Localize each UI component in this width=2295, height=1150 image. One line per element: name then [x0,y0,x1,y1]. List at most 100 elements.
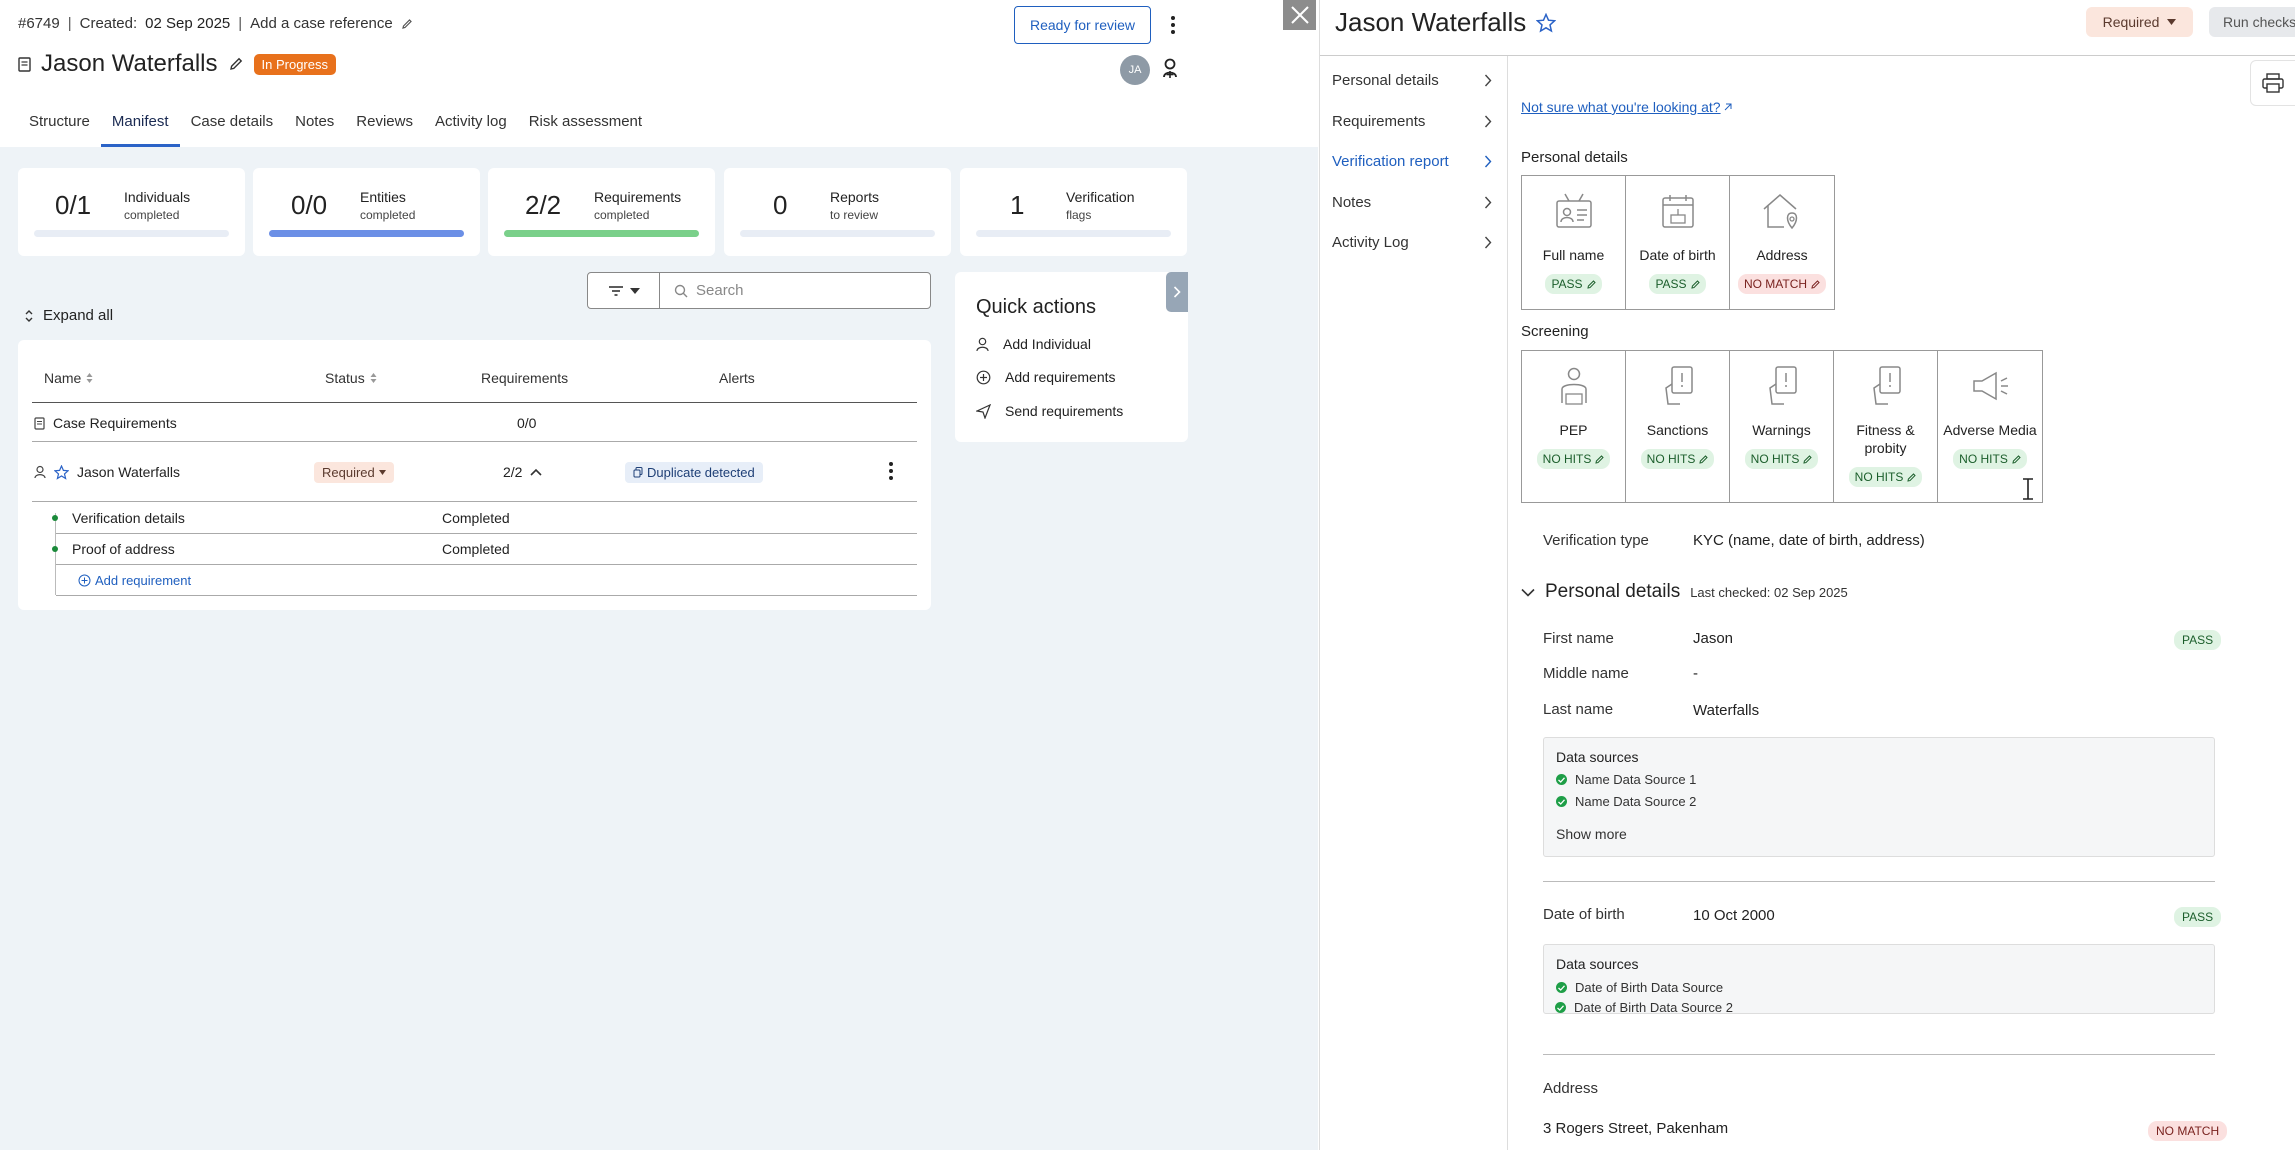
nav-activity-log[interactable]: Activity Log [1332,234,1492,251]
nav-personal-details[interactable]: Personal details [1332,72,1492,89]
no-hits-badge[interactable]: NO HITS [1953,449,2027,469]
case-tabs: Structure Manifest Case details Notes Re… [18,103,653,147]
stat-card-verification[interactable]: 1 Verification flags [960,168,1187,256]
individual-row[interactable]: Jason Waterfalls [34,460,180,484]
check-address[interactable]: Address NO MATCH [1730,176,1834,309]
edit-title-pencil-icon[interactable] [228,56,244,72]
show-more-link[interactable]: Show more [1556,826,1627,842]
sub-requirement-name: Verification details [72,510,185,526]
case-title-row: Jason Waterfalls In Progress [18,50,336,78]
expand-all-button[interactable]: Expand all [24,307,113,324]
personal-details-header[interactable]: Personal details Last checked: 02 Sep 20… [1521,581,1848,603]
nav-requirements[interactable]: Requirements [1332,113,1492,130]
tab-risk-assessment[interactable]: Risk assessment [518,103,653,147]
action-label: Send requirements [1005,403,1124,419]
pencil-icon[interactable] [401,18,413,30]
stat-label-sub: completed [360,208,416,222]
add-circle-icon [976,370,991,385]
chevron-right-icon [1173,286,1181,298]
person-icon [976,337,989,352]
tab-manifest[interactable]: Manifest [100,103,180,147]
result-label: NO HITS [1750,452,1800,466]
check-full-name[interactable]: Full name PASS [1522,176,1626,309]
help-link[interactable]: Not sure what you're looking at? [1521,99,1732,115]
add-requirements-action[interactable]: Add requirements [976,369,1116,385]
divider [1543,1054,2215,1055]
help-link-text: Not sure what you're looking at? [1521,99,1721,115]
add-individual-action[interactable]: Add Individual [976,336,1091,352]
run-checks-button[interactable]: Run checks [2209,7,2295,37]
duplicate-badge[interactable]: Duplicate detected [625,461,763,483]
address-value: 3 Rogers Street, Pakenham [1543,1120,1729,1137]
check-name: Date of birth [1639,247,1716,263]
tab-reviews[interactable]: Reviews [345,103,424,147]
assign-user-icon[interactable] [1160,57,1180,79]
print-button[interactable] [2250,60,2295,106]
search-input[interactable] [696,282,896,299]
column-header-status[interactable]: Status [325,370,377,386]
pass-badge[interactable]: PASS [1649,274,1706,294]
stat-card-individuals[interactable]: 0/1 Individuals completed [18,168,245,256]
close-panel-button[interactable] [1283,0,1316,30]
filter-button[interactable] [587,272,660,309]
required-status-dropdown[interactable]: Required [2086,7,2193,37]
sub-requirement-row[interactable]: Verification details [52,507,185,529]
tab-structure[interactable]: Structure [18,103,101,147]
panel-sidenav: Personal details Requirements Verificati… [1320,56,1508,1150]
individual-name: Jason Waterfalls [77,464,180,480]
stat-value: 0/1 [55,190,92,220]
column-header-label: Name [44,370,82,386]
data-source-name: Name Data Source 1 [1575,772,1697,787]
chevron-down-icon[interactable] [1521,588,1535,597]
check-fitness-probity[interactable]: Fitness & probity NO HITS [1834,351,1938,502]
no-hits-badge[interactable]: NO HITS [1744,449,1819,469]
alert-badge[interactable]: Duplicate detected [625,460,763,484]
tab-activity-log[interactable]: Activity log [424,103,518,147]
add-case-reference-link[interactable]: Add a case reference [250,15,393,32]
add-requirement-link[interactable]: Add requirement [78,570,191,590]
stat-label-main: Reports [830,189,880,205]
nav-notes[interactable]: Notes [1332,194,1492,211]
ready-for-review-button[interactable]: Ready for review [1014,6,1151,44]
individual-requirements[interactable]: 2/2 [503,460,543,484]
check-warnings[interactable]: Warnings NO HITS [1730,351,1834,502]
tab-notes[interactable]: Notes [284,103,345,147]
nav-verification-report[interactable]: Verification report [1332,153,1492,170]
star-icon[interactable] [54,464,69,480]
sub-requirement-row[interactable]: Proof of address [52,538,175,560]
stat-card-reports[interactable]: 0 Reports to review [724,168,951,256]
chevron-up-icon[interactable] [530,468,543,476]
tab-case-details[interactable]: Case details [180,103,285,147]
required-label: Required [2102,14,2160,30]
chevron-down-icon [629,287,640,294]
stat-card-entities[interactable]: 0/0 Entities completed [253,168,480,256]
case-requirements-row[interactable]: Case Requirements [34,412,177,434]
check-circle-icon [1556,774,1567,785]
collapse-quick-actions-button[interactable] [1166,272,1188,312]
filter-icon [608,285,624,297]
row-more-options-icon[interactable] [881,458,901,484]
send-requirements-action[interactable]: Send requirements [976,403,1123,419]
column-header-name[interactable]: Name [44,370,93,386]
more-options-icon[interactable] [1163,12,1183,38]
calendar-icon [1658,188,1698,234]
progress-bar [34,230,229,237]
dob-status-badge: PASS [2174,907,2222,927]
stat-card-requirements[interactable]: 2/2 Requirements completed [488,168,715,256]
avatar[interactable]: JA [1120,55,1150,85]
individual-status[interactable]: Required [314,460,394,484]
check-pep[interactable]: PEP NO HITS [1522,351,1626,502]
status-badge[interactable]: Required [314,461,394,483]
address-label: Address [1543,1080,1599,1097]
no-hits-badge[interactable]: NO HITS [1536,449,1611,469]
close-icon [1288,3,1312,27]
result-label: NO HITS [1959,452,2008,466]
star-icon[interactable] [1536,12,1557,33]
pass-badge[interactable]: PASS [1545,274,1602,294]
no-hits-badge[interactable]: NO HITS [1640,449,1715,469]
search-field[interactable] [659,272,931,309]
no-match-badge[interactable]: NO MATCH [1737,274,1827,294]
check-sanctions[interactable]: Sanctions NO HITS [1626,351,1730,502]
no-hits-badge[interactable]: NO HITS [1848,467,1923,487]
check-date-of-birth[interactable]: Date of birth PASS [1626,176,1730,309]
